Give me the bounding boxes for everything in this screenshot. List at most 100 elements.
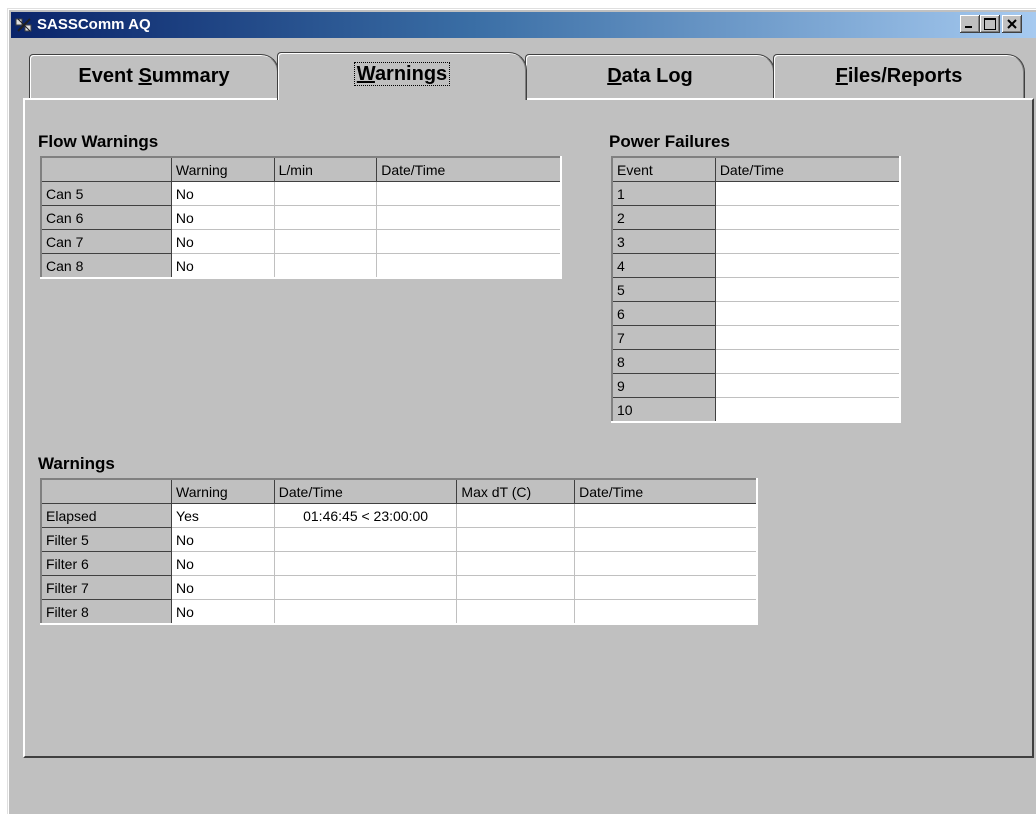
table-cell[interactable] (376, 253, 562, 279)
table-row[interactable]: Filter 8 No (40, 599, 758, 625)
table-row[interactable]: 1 (611, 181, 901, 206)
table-cell[interactable]: No (171, 599, 275, 625)
row-header: Can 6 (40, 205, 172, 230)
tab-event-summary[interactable]: Event Summary (29, 54, 279, 99)
table-row[interactable]: 7 (611, 325, 901, 350)
tab-warnings-focus: Warnings (353, 62, 451, 86)
table-row[interactable]: Filter 6 No (40, 551, 758, 576)
row-header: 8 (611, 349, 716, 374)
table-cell[interactable] (273, 599, 458, 625)
table-cell[interactable] (273, 527, 458, 552)
table-cell[interactable] (574, 527, 758, 552)
table-cell[interactable] (273, 229, 378, 254)
window-title: SASSComm AQ (37, 16, 151, 33)
table-cell[interactable] (456, 599, 576, 625)
table-cell[interactable] (714, 205, 901, 230)
table-cell[interactable] (456, 551, 576, 576)
table-row[interactable]: 9 (611, 373, 901, 398)
table-row[interactable]: Filter 5 No (40, 527, 758, 552)
table-cell[interactable] (456, 575, 576, 600)
row-header: Filter 7 (40, 575, 173, 600)
tab-panel-warnings: Flow Warnings Warning L/min Date/Time Ca… (23, 98, 1034, 758)
table-row[interactable]: Can 8 No (40, 253, 562, 279)
table-cell[interactable] (714, 349, 901, 374)
table-cell[interactable]: 01:46:45 < 23:00:00 (273, 503, 458, 528)
table-row[interactable]: 8 (611, 349, 901, 374)
row-header: 9 (611, 373, 716, 398)
tab-warnings[interactable]: Warnings (277, 52, 527, 100)
maximize-icon (984, 18, 996, 30)
table-cell[interactable] (574, 575, 758, 600)
table-cell[interactable] (714, 397, 901, 423)
column-header: Date/Time (714, 156, 901, 182)
tab-data-log[interactable]: Data Log (525, 54, 775, 99)
table-cell[interactable] (714, 277, 901, 302)
table-row[interactable]: Can 7 No (40, 229, 562, 254)
table-cell[interactable] (714, 229, 901, 254)
table-cell[interactable] (714, 301, 901, 326)
row-header: 7 (611, 325, 716, 350)
table-row[interactable]: 4 (611, 253, 901, 278)
row-header: Filter 5 (40, 527, 173, 552)
table-cell[interactable] (574, 599, 758, 625)
column-header: Warning (170, 156, 275, 182)
table-cell[interactable]: No (171, 527, 275, 552)
table-cell[interactable] (456, 527, 576, 552)
flow-warnings-title: Flow Warnings (38, 132, 159, 151)
table-row[interactable]: Can 5 No (40, 181, 562, 206)
table-cell[interactable] (273, 181, 378, 206)
tab-strip: Event Summary Warnings Data Log Files/Re… (21, 52, 1036, 100)
table-cell[interactable]: No (170, 253, 275, 279)
column-header: Event (611, 156, 716, 182)
table-cell[interactable] (714, 181, 901, 206)
row-header: 3 (611, 229, 716, 254)
table-cell[interactable] (273, 205, 378, 230)
table-cell[interactable]: No (170, 205, 275, 230)
table-cell[interactable] (376, 229, 562, 254)
table-cell[interactable] (714, 253, 901, 278)
table-row[interactable]: 5 (611, 277, 901, 302)
warnings-title: Warnings (38, 454, 115, 473)
table-row[interactable]: 6 (611, 301, 901, 326)
title-bar[interactable]: SASSComm AQ (11, 12, 1036, 38)
row-header: Can 5 (40, 181, 172, 206)
warnings-grid[interactable]: Warning Date/Time Max dT (C) Date/Time E… (40, 478, 758, 625)
table-cell[interactable] (714, 373, 901, 398)
table-cell[interactable]: No (171, 551, 275, 576)
table-header-row: Warning Date/Time Max dT (C) Date/Time (40, 478, 758, 504)
row-header: Can 7 (40, 229, 172, 254)
table-cell[interactable] (273, 575, 458, 600)
flow-warnings-grid[interactable]: Warning L/min Date/Time Can 5 No Can 6 N… (40, 156, 562, 279)
table-row[interactable]: 2 (611, 205, 901, 230)
table-cell[interactable] (456, 503, 576, 528)
table-cell[interactable]: No (171, 575, 275, 600)
power-failures-grid[interactable]: Event Date/Time 1 2 3 4 5 6 7 8 9 10 (611, 156, 901, 423)
table-cell[interactable] (376, 205, 562, 230)
minimize-button[interactable] (960, 15, 980, 33)
table-row[interactable]: 10 (611, 397, 901, 423)
row-header: 10 (611, 397, 716, 423)
table-cell[interactable]: Yes (171, 503, 275, 528)
table-row[interactable]: Filter 7 No (40, 575, 758, 600)
row-header: 4 (611, 253, 716, 278)
table-cell[interactable]: No (170, 181, 275, 206)
maximize-button[interactable] (980, 15, 1000, 33)
table-row[interactable]: Elapsed Yes 01:46:45 < 23:00:00 (40, 503, 758, 528)
table-cell[interactable] (273, 253, 378, 279)
row-header: 5 (611, 277, 716, 302)
table-cell[interactable] (714, 325, 901, 350)
table-row[interactable]: 3 (611, 229, 901, 254)
app-window: SASSComm AQ Event Summary Warnings Data … (7, 8, 1036, 814)
table-cell[interactable] (376, 181, 562, 206)
table-cell[interactable]: No (170, 229, 275, 254)
column-header: Max dT (C) (456, 478, 576, 504)
close-button[interactable] (1002, 15, 1022, 33)
table-row[interactable]: Can 6 No (40, 205, 562, 230)
tab-files-reports[interactable]: Files/Reports (773, 54, 1025, 99)
table-cell[interactable] (273, 551, 458, 576)
column-header: Date/Time (574, 478, 758, 504)
table-cell[interactable] (574, 503, 758, 528)
table-cell[interactable] (574, 551, 758, 576)
column-header (40, 156, 172, 182)
minimize-icon (965, 26, 972, 28)
